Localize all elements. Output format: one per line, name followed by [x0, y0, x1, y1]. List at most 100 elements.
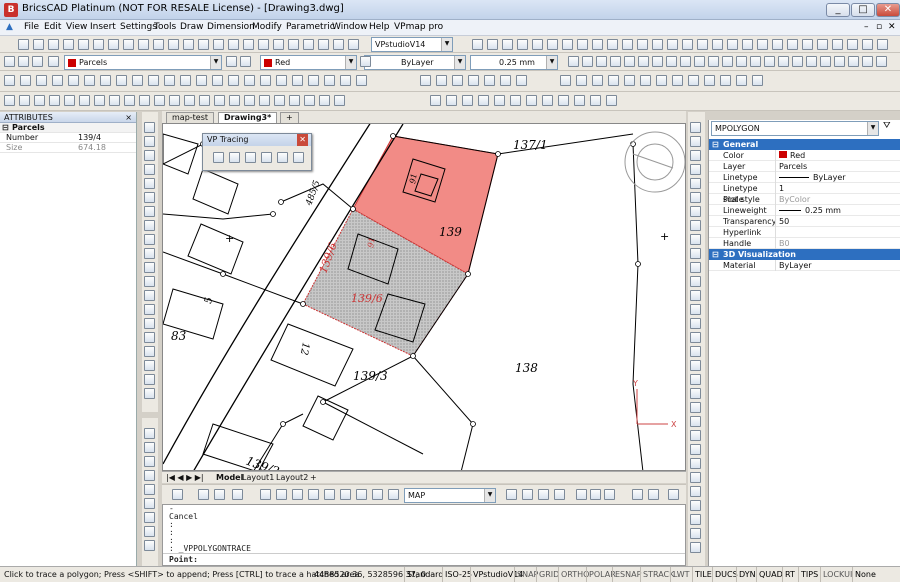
toolbar-icon[interactable] [292, 75, 303, 86]
toolbar-icon[interactable] [582, 56, 593, 67]
snap-icon[interactable] [198, 489, 209, 500]
status-toggle-lwt[interactable]: LWT [670, 567, 692, 582]
toolbar-icon[interactable] [468, 75, 479, 86]
tool-icon[interactable] [144, 248, 155, 259]
tool-icon[interactable] [690, 234, 701, 245]
toolbar-icon[interactable] [640, 75, 651, 86]
toolbar-icon[interactable] [48, 56, 59, 67]
tab-model[interactable]: Model [216, 473, 243, 482]
menu-draw[interactable]: Draw [180, 22, 204, 32]
trace-settings-icon[interactable] [261, 152, 272, 163]
toolbar-icon[interactable] [624, 56, 635, 67]
attribute-row[interactable]: Number 139/4 [0, 133, 136, 143]
toolbar-icon[interactable] [244, 75, 255, 86]
property-row[interactable]: Layer Parcels [709, 161, 900, 172]
new-tab-button[interactable]: + [280, 112, 299, 123]
tool-icon[interactable] [690, 332, 701, 343]
toolbar-icon[interactable] [590, 95, 601, 106]
toolbar-icon[interactable] [324, 75, 335, 86]
toolbar-icon[interactable] [787, 39, 798, 50]
tool-icon[interactable] [690, 374, 701, 385]
vp-tracing-header[interactable]: VP Tracing ✕ [203, 134, 311, 146]
tool-icon[interactable] [690, 514, 701, 525]
toolbar-icon[interactable] [154, 95, 165, 106]
tool-icon[interactable] [144, 164, 155, 175]
app-menu-icon[interactable]: ▲ [6, 22, 13, 32]
toolbar-icon[interactable] [49, 95, 60, 106]
toolbar-icon[interactable] [577, 39, 588, 50]
snap-icon[interactable] [604, 489, 615, 500]
toolbar-icon[interactable] [356, 75, 367, 86]
toolbar-icon[interactable] [36, 75, 47, 86]
toolbar-icon[interactable] [348, 39, 359, 50]
property-row[interactable]: Hyperlink [709, 227, 900, 238]
mdi-close-icon[interactable]: ✕ [888, 22, 896, 32]
command-line[interactable]: - Cancel : : : : _VPPOLYGONTRACE Point: [162, 504, 686, 566]
toolbar-icon[interactable] [802, 39, 813, 50]
tool-icon[interactable] [144, 220, 155, 231]
toolbar-icon[interactable] [666, 56, 677, 67]
toolbar-icon[interactable] [622, 39, 633, 50]
toolbar-icon[interactable] [877, 39, 888, 50]
tool-icon[interactable] [144, 540, 155, 551]
style-combo[interactable]: VPstudioV14 ▼ [371, 37, 453, 52]
toolbar-icon[interactable] [198, 39, 209, 50]
toolbar-icon[interactable] [109, 95, 120, 106]
toolbar-icon[interactable] [93, 39, 104, 50]
snap-icon[interactable] [554, 489, 565, 500]
toolbar-icon[interactable] [502, 39, 513, 50]
toolbar-icon[interactable] [164, 75, 175, 86]
toolbar-icon[interactable] [517, 39, 528, 50]
toolbar-icon[interactable] [680, 56, 691, 67]
toolbar-icon[interactable] [494, 95, 505, 106]
toolbar-icon[interactable] [688, 75, 699, 86]
toolbar-icon[interactable] [259, 95, 270, 106]
tool-icon[interactable] [690, 486, 701, 497]
status-toggle-tile[interactable]: TILE [692, 567, 714, 582]
tab-nav-icon[interactable]: |◀ ◀ ▶ ▶| [166, 473, 204, 482]
toolbar-icon[interactable] [736, 75, 747, 86]
tool-icon[interactable] [690, 444, 701, 455]
close-icon[interactable]: × [125, 112, 132, 123]
toolbar-icon[interactable] [34, 95, 45, 106]
toolbar-icon[interactable] [708, 56, 719, 67]
tool-icon[interactable] [690, 178, 701, 189]
status-toggle-rt[interactable]: RT [782, 567, 797, 582]
toolbar-icon[interactable] [652, 39, 663, 50]
general-section[interactable]: ⊟ General [709, 139, 900, 150]
status-toggle-none[interactable]: None [852, 567, 878, 582]
snap-icon[interactable] [538, 489, 549, 500]
toolbar-icon[interactable] [562, 39, 573, 50]
tool-icon[interactable] [690, 192, 701, 203]
tool-icon[interactable] [144, 526, 155, 537]
command-prompt[interactable]: Point: [163, 553, 685, 565]
toolbar-icon[interactable] [722, 56, 733, 67]
toolbar-icon[interactable] [138, 39, 149, 50]
visualization-section[interactable]: ⊟ 3D Visualization [709, 249, 900, 260]
linetype-combo[interactable]: ByLayer ▼ [364, 55, 466, 70]
toolbar-icon[interactable] [772, 39, 783, 50]
tool-icon[interactable] [690, 122, 701, 133]
toolbar-icon[interactable] [180, 75, 191, 86]
toolbar-icon[interactable] [48, 39, 59, 50]
toolbar-icon[interactable] [806, 56, 817, 67]
mdi-restore-icon[interactable]: ▫ [876, 22, 882, 32]
tool-icon[interactable] [144, 498, 155, 509]
status-toggle-esnap[interactable]: ESNAP [612, 567, 643, 582]
toolbar-icon[interactable] [778, 56, 789, 67]
snap-icon[interactable] [232, 489, 243, 500]
close-button[interactable]: ✕ [876, 3, 900, 17]
menu-settings[interactable]: Settings [120, 22, 157, 32]
menu-parametric[interactable]: Parametric [286, 22, 335, 32]
toolbar-icon[interactable] [333, 39, 344, 50]
tool-icon[interactable] [690, 248, 701, 259]
toolbar-icon[interactable] [258, 39, 269, 50]
toolbar-icon[interactable] [472, 39, 483, 50]
quick-select-icon[interactable]: ⛛ [883, 121, 891, 131]
toolbar-icon[interactable] [19, 95, 30, 106]
toolbar-icon[interactable] [168, 39, 179, 50]
tool-icon[interactable] [690, 500, 701, 511]
tool-icon[interactable] [144, 374, 155, 385]
tool-icon[interactable] [144, 178, 155, 189]
toolbar-icon[interactable] [532, 39, 543, 50]
